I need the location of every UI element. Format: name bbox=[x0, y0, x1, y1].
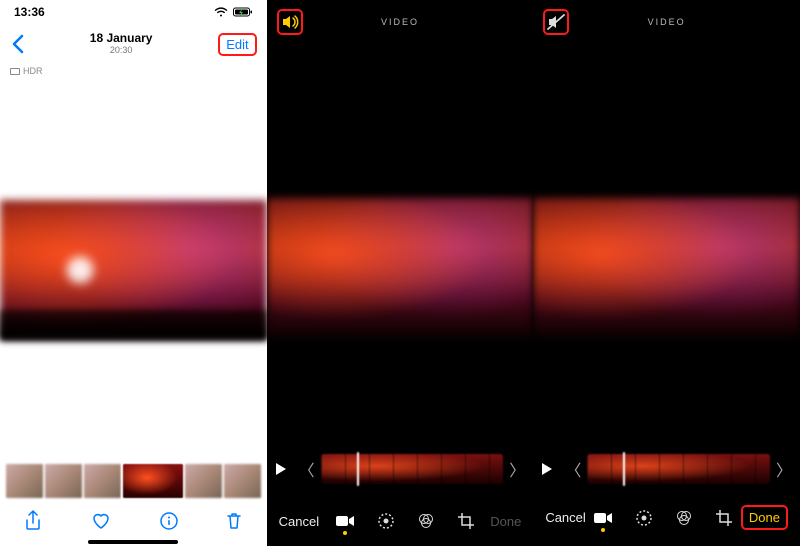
crop-icon bbox=[457, 512, 475, 530]
speaker-muted-icon bbox=[547, 14, 565, 30]
editor-mode-icons bbox=[335, 512, 475, 530]
share-button[interactable] bbox=[24, 510, 42, 532]
video-preview[interactable] bbox=[267, 198, 534, 338]
photos-detail-screen: 13:36 18 January 20:30 Edit HDR bbox=[0, 0, 267, 546]
mode-adjust-button[interactable] bbox=[635, 509, 653, 527]
filters-icon bbox=[675, 509, 693, 527]
trim-handle-right[interactable]: 〉 bbox=[509, 457, 525, 481]
editor-mode-label: VIDEO bbox=[381, 17, 419, 27]
mode-video-button[interactable] bbox=[335, 514, 355, 528]
play-icon bbox=[541, 462, 553, 476]
title-time: 20:30 bbox=[90, 46, 153, 56]
hdr-box-icon bbox=[10, 68, 20, 75]
back-button[interactable] bbox=[10, 34, 24, 54]
wifi-icon bbox=[213, 7, 229, 18]
mode-video-button[interactable] bbox=[593, 511, 613, 525]
trash-icon bbox=[226, 511, 242, 531]
trim-handle-right[interactable]: 〉 bbox=[776, 457, 792, 481]
done-button-disabled: Done bbox=[490, 514, 521, 529]
adjust-icon bbox=[635, 509, 653, 527]
video-icon bbox=[593, 511, 613, 525]
chevron-left-icon bbox=[10, 34, 24, 54]
done-button[interactable]: Done bbox=[741, 505, 788, 530]
editor-nav: VIDEO bbox=[267, 0, 534, 44]
adjust-icon bbox=[377, 512, 395, 530]
editor-toolbar: Cancel Done bbox=[267, 512, 534, 530]
thumbnail[interactable] bbox=[6, 464, 43, 498]
media-preview-crowd bbox=[0, 310, 267, 340]
editor-mode-icons bbox=[593, 509, 733, 527]
thumbnail-selected[interactable] bbox=[123, 464, 182, 498]
trim-handle-left[interactable]: 〈 bbox=[299, 457, 315, 481]
mode-crop-button[interactable] bbox=[457, 512, 475, 530]
crop-icon bbox=[715, 509, 733, 527]
mode-adjust-button[interactable] bbox=[377, 512, 395, 530]
scrubber[interactable] bbox=[623, 452, 625, 486]
thumbnail[interactable] bbox=[185, 464, 222, 498]
bottom-toolbar bbox=[0, 504, 267, 538]
cancel-button[interactable]: Cancel bbox=[279, 514, 319, 529]
favorite-button[interactable] bbox=[91, 512, 111, 530]
status-indicators bbox=[213, 7, 253, 18]
frame-strip[interactable] bbox=[587, 454, 770, 484]
info-button[interactable] bbox=[160, 512, 178, 530]
video-icon bbox=[335, 514, 355, 528]
edit-button[interactable]: Edit bbox=[218, 33, 256, 56]
delete-button[interactable] bbox=[226, 511, 242, 531]
play-button[interactable] bbox=[541, 462, 559, 476]
battery-charging-icon bbox=[233, 7, 253, 18]
thumbnail[interactable] bbox=[45, 464, 82, 498]
mode-crop-button[interactable] bbox=[715, 509, 733, 527]
info-icon bbox=[160, 512, 178, 530]
trim-handle-left[interactable]: 〈 bbox=[565, 457, 581, 481]
title-date: 18 January bbox=[90, 32, 153, 45]
editor-nav: VIDEO bbox=[533, 0, 800, 44]
frame-strip[interactable] bbox=[321, 454, 504, 484]
video-editor-screen-muted: VIDEO 〈 〉 Cancel Done bbox=[533, 0, 800, 546]
filters-icon bbox=[417, 512, 435, 530]
mode-filters-button[interactable] bbox=[675, 509, 693, 527]
sound-toggle-button[interactable] bbox=[543, 9, 569, 35]
thumbnail-strip[interactable] bbox=[0, 464, 267, 498]
share-icon bbox=[24, 510, 42, 532]
play-icon bbox=[275, 462, 287, 476]
play-button[interactable] bbox=[275, 462, 293, 476]
status-time: 13:36 bbox=[14, 5, 45, 19]
editor-toolbar: Cancel Done bbox=[533, 505, 800, 530]
status-bar: 13:36 bbox=[0, 0, 267, 24]
thumbnail[interactable] bbox=[224, 464, 261, 498]
timeline[interactable]: 〈 〉 bbox=[275, 452, 526, 486]
video-preview[interactable] bbox=[533, 198, 800, 338]
video-editor-screen-sound-on: VIDEO 〈 〉 Cancel Done bbox=[267, 0, 534, 546]
cancel-button[interactable]: Cancel bbox=[545, 510, 585, 525]
thumbnail[interactable] bbox=[84, 464, 121, 498]
hdr-badge: HDR bbox=[10, 66, 43, 76]
editor-mode-label: VIDEO bbox=[648, 17, 686, 27]
heart-icon bbox=[91, 512, 111, 530]
sound-toggle-button[interactable] bbox=[277, 9, 303, 35]
nav-bar: 18 January 20:30 Edit bbox=[0, 24, 267, 64]
nav-title: 18 January 20:30 bbox=[90, 32, 153, 55]
scrubber[interactable] bbox=[357, 452, 359, 486]
mode-filters-button[interactable] bbox=[417, 512, 435, 530]
home-indicator[interactable] bbox=[88, 540, 178, 544]
speaker-on-icon bbox=[281, 14, 299, 30]
hdr-label: HDR bbox=[23, 66, 43, 76]
timeline[interactable]: 〈 〉 bbox=[541, 452, 792, 486]
